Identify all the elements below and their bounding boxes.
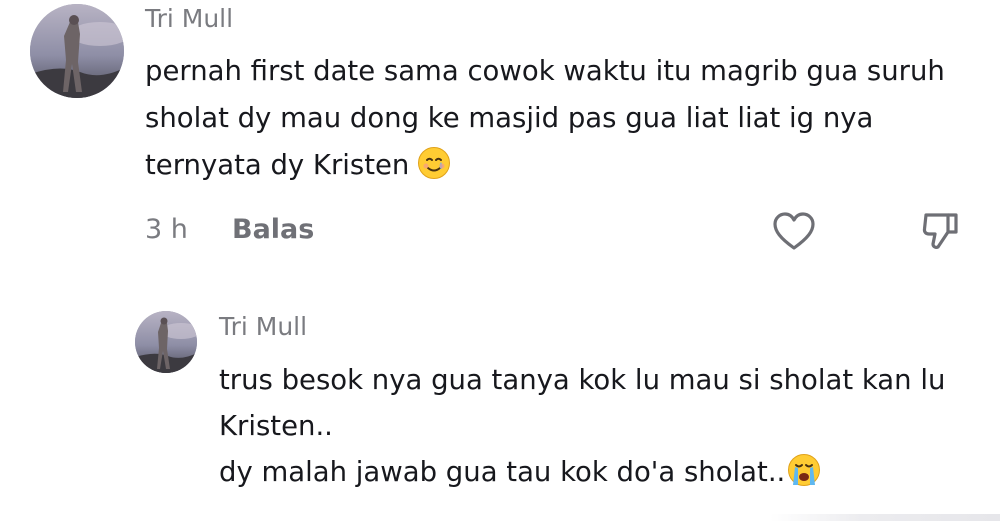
reply-text: trus besok nya gua tanya kok lu mau si s…: [219, 357, 945, 495]
comment-text-segment: ternyata dy Kristen: [145, 149, 410, 181]
comment-text-line: sholat dy mau dong ke masjid pas gua lia…: [145, 102, 874, 134]
comment-author[interactable]: Tri Mull: [145, 4, 233, 33]
reply-text-line: dy malah jawab gua tau kok do'a sholat..: [219, 449, 945, 495]
reply-text-segment: dy malah jawab gua tau kok do'a sholat..: [219, 456, 786, 488]
reply-text-line: Kristen..: [219, 410, 333, 442]
reply-button[interactable]: Balas: [232, 214, 314, 245]
comment-text-line: ternyata dy Kristen: [145, 142, 945, 189]
smiling-face-with-tear-icon: [417, 146, 451, 180]
comment: Tri Mull pernah first date sama cowok wa…: [0, 0, 1000, 280]
reply-avatar[interactable]: [135, 311, 197, 373]
reply-text-line: trus besok nya gua tanya kok lu mau si s…: [219, 364, 946, 396]
loudly-crying-face-icon: [787, 453, 821, 487]
reply-author[interactable]: Tri Mull: [219, 312, 307, 341]
avatar[interactable]: [30, 4, 124, 98]
comment-text: pernah first date sama cowok waktu itu m…: [145, 48, 945, 189]
heart-outline-icon[interactable]: [772, 211, 816, 253]
avatar-photo: [135, 311, 197, 373]
thumbs-down-outline-icon[interactable]: [921, 210, 961, 252]
reply-comment: Tri Mull trus besok nya gua tanya kok lu…: [0, 300, 1000, 514]
comment-text-line: pernah first date sama cowok waktu itu m…: [145, 55, 945, 87]
next-comment-edge: [770, 514, 1000, 521]
avatar-photo: [30, 4, 124, 98]
comment-time: 3 h: [145, 214, 188, 245]
